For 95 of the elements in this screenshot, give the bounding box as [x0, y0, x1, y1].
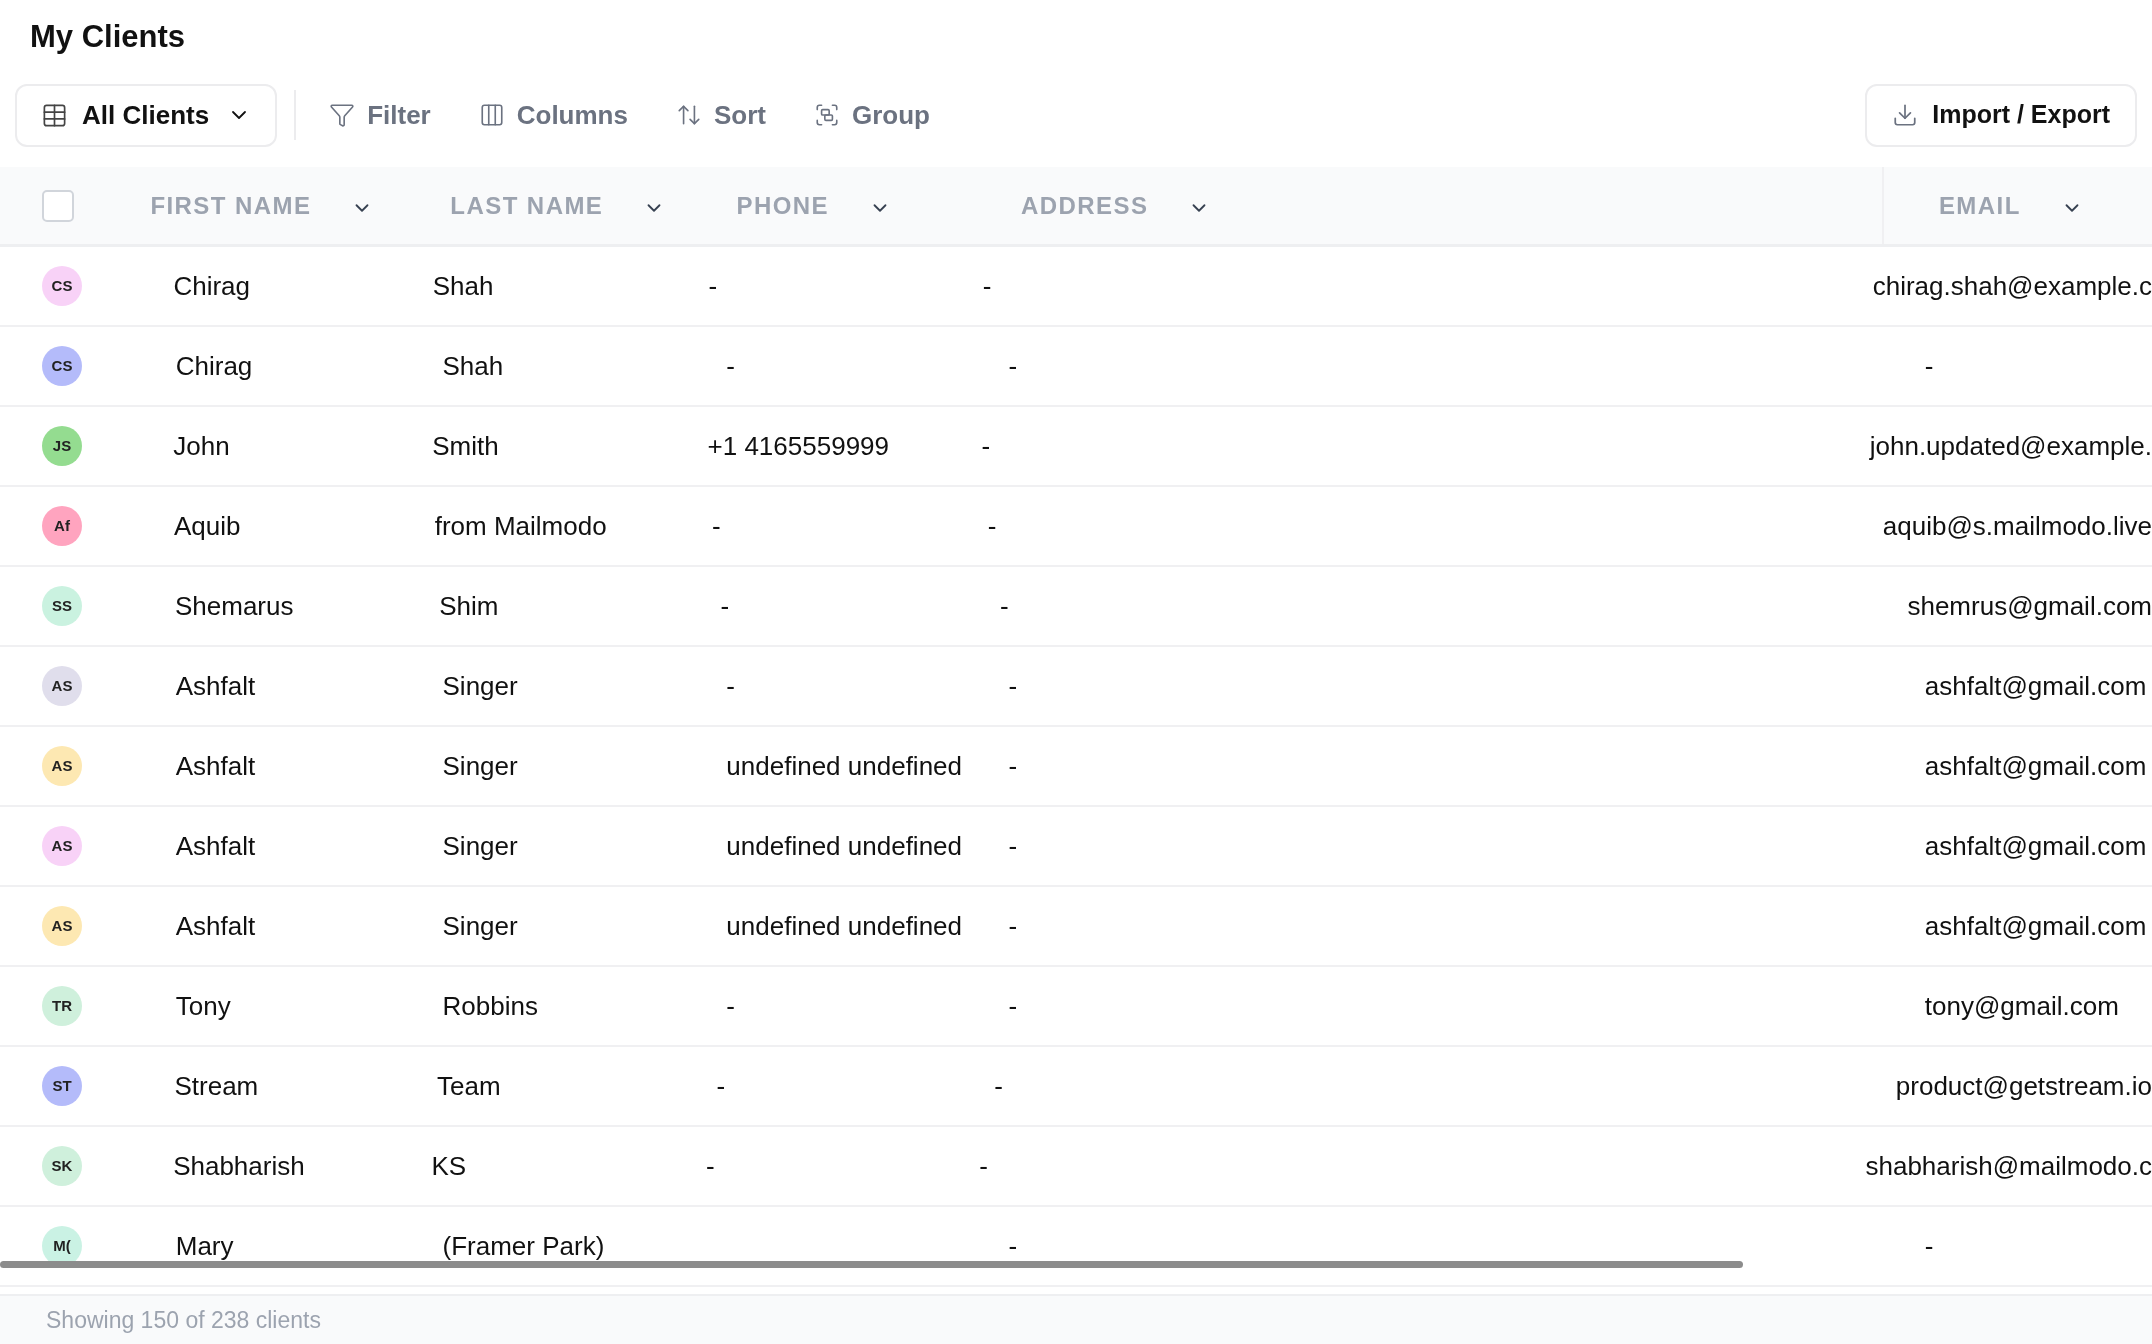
table-cell: aquib@s.mailmodo.live	[1882, 510, 2152, 541]
column-header[interactable]: FIRST NAME	[150, 187, 312, 224]
table-cell: -	[1924, 1230, 1934, 1261]
table-cell: -	[981, 430, 991, 461]
table-cell: -	[1008, 350, 1018, 381]
avatar: SS	[42, 586, 82, 626]
table-cell: Ashfalt	[175, 910, 256, 941]
select-all-checkbox[interactable]	[42, 189, 74, 222]
avatar: AS	[42, 746, 82, 786]
table-cell: -	[706, 1150, 715, 1181]
table-cell: undefined undefined	[726, 750, 962, 781]
table-cell: John	[173, 430, 230, 461]
table-cell: Shabharish	[173, 1150, 305, 1181]
table-cell: -	[712, 510, 721, 541]
table-cell: ashfalt@gmail.com	[1924, 750, 2147, 781]
results-count: Showing 150 of 238 clients	[46, 1305, 321, 1335]
table-cell: ashfalt@gmail.com	[1924, 910, 2147, 941]
table-cell: Chirag	[173, 270, 251, 301]
table-cell: Ashfalt	[175, 830, 256, 861]
table-cell: -	[1008, 1230, 1018, 1261]
table-cell: -	[1924, 350, 1934, 381]
table-cell: -	[720, 590, 730, 621]
view-dropdown[interactable]: All Clients	[15, 83, 278, 147]
table-cell: undefined undefined	[726, 910, 962, 941]
table-cell: Stream	[174, 1070, 259, 1101]
avatar: CS	[42, 266, 82, 306]
table-cell: -	[982, 270, 992, 301]
table-cell: tony@gmail.com	[1924, 990, 2119, 1021]
column-header[interactable]: ADDRESS	[1021, 187, 1149, 224]
table-cell: Singer	[442, 750, 518, 781]
table-cell: product@getstream.io	[1895, 1070, 2152, 1101]
avatar: ST	[42, 1066, 82, 1106]
table-cell: undefined undefined	[726, 830, 962, 861]
table-cell: Smith	[432, 430, 499, 461]
table-cell: -	[987, 510, 997, 541]
table-cell: from Mailmodo	[434, 510, 607, 541]
table-cell: -	[1008, 990, 1018, 1021]
avatar: JS	[42, 426, 82, 466]
column-header[interactable]: LAST NAME	[450, 187, 604, 224]
table-cell: -	[979, 1150, 988, 1181]
table-cell: Team	[437, 1070, 501, 1101]
table-cell: -	[1008, 830, 1018, 861]
table-cell: Shah	[432, 270, 494, 301]
table-cell: -	[1008, 670, 1018, 701]
table-cell: -	[1000, 590, 1009, 621]
table-cell: KS	[431, 1150, 467, 1181]
table-cell: Shah	[442, 350, 504, 381]
column-header[interactable]: PHONE	[736, 187, 829, 224]
table-cell: Singer	[442, 910, 518, 941]
table-cell: shemrus@gmail.com	[1907, 590, 2152, 621]
horizontal-scrollbar-thumb[interactable]	[0, 1261, 1743, 1268]
table-cell: ashfalt@gmail.com	[1924, 830, 2147, 861]
table-cell: Aquib	[173, 510, 241, 541]
table-cell: Ashfalt	[175, 670, 256, 701]
page-title: My Clients	[29, 18, 187, 56]
table-cell: ashfalt@gmail.com	[1924, 670, 2147, 701]
table-cell: -	[726, 670, 735, 701]
avatar: SK	[42, 1146, 82, 1186]
table-cell: Robbins	[442, 990, 538, 1021]
table-cell: -	[1008, 910, 1018, 941]
avatar: TR	[42, 986, 82, 1026]
table-cell: Shemarus	[174, 590, 294, 621]
table-cell: -	[726, 990, 735, 1021]
avatar: CS	[42, 346, 82, 386]
table-cell: chirag.shah@example.c	[1872, 270, 2152, 301]
import-export-button[interactable]: Import / Export	[1865, 83, 2137, 147]
table-cell: Tony	[175, 990, 231, 1021]
group-icon	[813, 102, 840, 128]
avatar: AS	[42, 666, 82, 706]
table-cell: -	[708, 270, 718, 301]
table-cell: john.updated@example.	[1869, 430, 2152, 461]
columns-button[interactable]: Columns	[462, 85, 644, 145]
table-cell: Ashfalt	[175, 750, 256, 781]
table-cell: Mary	[175, 1230, 234, 1261]
columns-icon	[478, 102, 505, 128]
sort-button[interactable]: Sort	[659, 85, 782, 145]
table-cell: -	[1008, 750, 1018, 781]
filter-button[interactable]: Filter	[313, 85, 447, 145]
table-cell: +1 4165559999	[707, 430, 889, 461]
table-cell: Singer	[442, 670, 518, 701]
table-cell: -	[716, 1070, 726, 1101]
table-cell: shabharish@mailmodo.c	[1865, 1150, 2152, 1181]
download-icon	[1892, 102, 1919, 128]
table-cell: -	[726, 350, 735, 381]
table-cell: Chirag	[175, 350, 253, 381]
group-button[interactable]: Group	[797, 85, 946, 145]
table-cell: Shim	[439, 590, 499, 621]
avatar: AS	[42, 906, 82, 946]
table-cell: Singer	[442, 830, 518, 861]
avatar: AS	[42, 826, 82, 866]
table-cell: -	[994, 1070, 1003, 1101]
column-header[interactable]: EMAIL	[1938, 187, 2021, 224]
table-cell: (Framer Park)	[442, 1230, 605, 1261]
filter-icon	[329, 102, 356, 128]
avatar: Af	[42, 506, 82, 546]
